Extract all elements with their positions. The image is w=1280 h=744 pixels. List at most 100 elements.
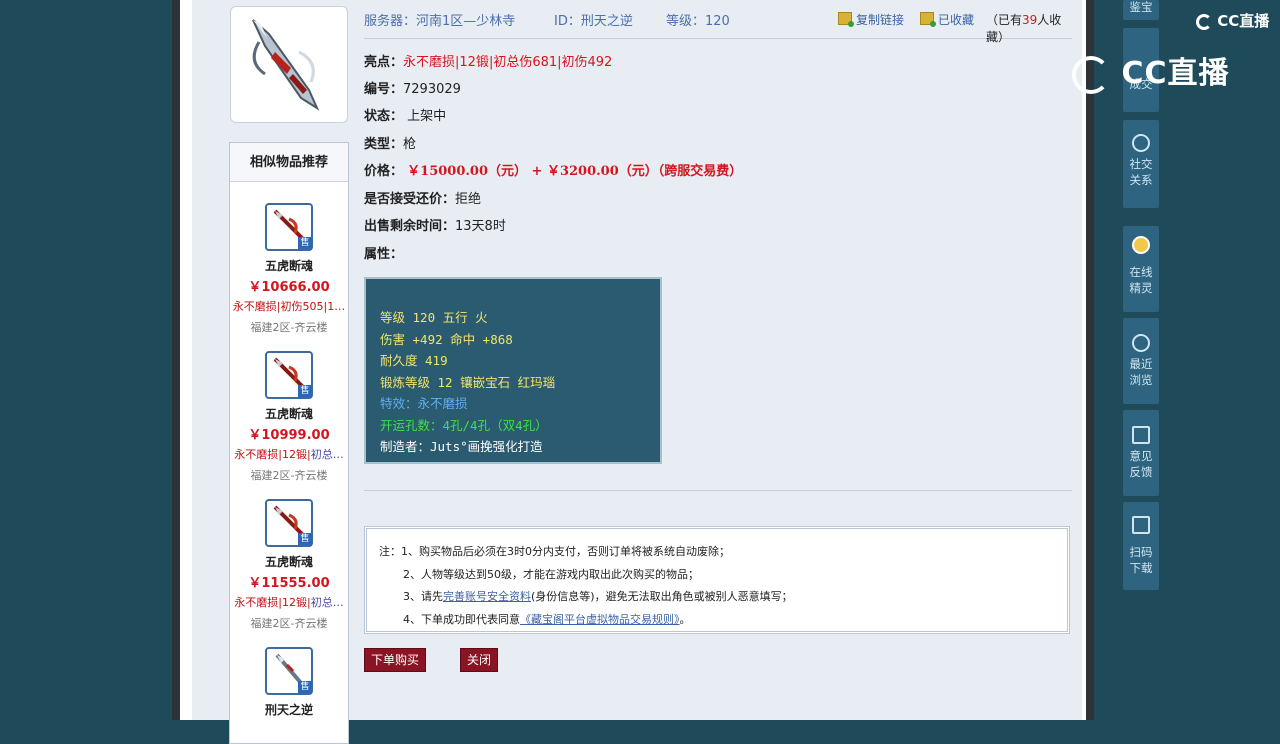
logo-text: CC直播 <box>1217 12 1270 30</box>
serial-row: 编号：7293029 <box>364 78 461 97</box>
account-security-link[interactable]: 完善账号安全资料 <box>443 590 531 603</box>
serial-value: 7293029 <box>403 82 461 97</box>
favorite-label: 已收藏 <box>938 13 975 27</box>
tags-red: 永不磨损|初伤505|1… <box>232 300 346 313</box>
attributes-label: 属性： <box>364 247 404 262</box>
scan-icon <box>1132 516 1150 534</box>
similar-item-price: ￥10666.00 <box>248 280 330 295</box>
serial-label: 编号： <box>364 82 404 97</box>
price-row: 价格： ￥15000.00（元） + ￥3200.00（元）（跨服交易费） <box>364 160 742 179</box>
toolbar-item-appraise[interactable]: 鉴宝 <box>1123 0 1159 20</box>
similar-items-panel: 相似物品推荐 售 五虎断魂 ￥10666.00 永不磨损|初伤505|1… 福建… <box>229 142 349 744</box>
character-level: 等级：120 <box>666 14 730 29</box>
time-label: 出售剩余时间： <box>364 219 456 234</box>
status-value: 上架中 <box>407 109 447 124</box>
similar-item-thumbnail[interactable]: 售 <box>265 647 313 695</box>
tags-blue: 初总… <box>310 448 344 461</box>
bargain-label: 是否接受还价： <box>364 192 456 207</box>
attr-line: 耐久度 419 <box>380 353 448 368</box>
similar-item-tags: 永不磨损|12锻|初总… <box>230 594 348 610</box>
order-button[interactable]: 下单购买 <box>364 648 426 672</box>
edit-icon <box>1132 426 1150 444</box>
similar-item-thumbnail[interactable]: 售 <box>265 499 313 547</box>
note-text: 3、请先 <box>403 590 443 603</box>
similar-item-thumbnail[interactable]: 售 <box>265 203 313 251</box>
similar-item-name[interactable]: 刑天之逆 <box>230 701 348 718</box>
tags-red: 永不磨损|12锻| <box>234 448 311 461</box>
highlights-value: 永不磨损|12锻|初总伤681|初伤492 <box>403 55 613 70</box>
favorite-button[interactable]: 已收藏 <box>920 11 974 28</box>
type-value: 枪 <box>403 137 417 152</box>
similar-item-card[interactable]: 售 五虎断魂 ￥11555.00 永不磨损|12锻|初总… 福建2区-齐云楼 <box>230 499 348 631</box>
fav-count-prefix: （已有 <box>986 13 1023 27</box>
favorite-count: （已有39人收藏） <box>986 11 1072 45</box>
cc-live-logo-watermark: CC直播 <box>1072 48 1230 94</box>
note-text: (身份信息等)，避免无法取出角色或被别人恶意填写； <box>531 590 793 603</box>
similar-item-server: 福建2区-齐云楼 <box>250 321 328 334</box>
attr-line: 开运孔数：4孔/4孔（双4孔） <box>380 417 548 433</box>
cc-logo-icon <box>1196 13 1212 30</box>
similar-item-tags: 永不磨损|12锻|初总… <box>230 446 348 462</box>
status-row: 状态： 上架中 <box>364 105 446 124</box>
toolbar-item-download[interactable]: 扫码下载 <box>1123 502 1159 590</box>
cc-logo-icon <box>1072 55 1110 94</box>
attr-line: 等级 120 五行 火 <box>380 310 488 325</box>
similar-item-name[interactable]: 五虎断魂 <box>230 257 348 274</box>
toolbar-label: 社交关系 <box>1129 157 1153 187</box>
trade-rules-link[interactable]: 《藏宝阁平台虚拟物品交易规则》 <box>520 613 680 626</box>
toolbar-item-feedback[interactable]: 意见反馈 <box>1123 410 1159 496</box>
toolbar-item-sprite[interactable]: 在线精灵 <box>1123 226 1159 312</box>
highlights-row: 亮点：永不磨损|12锻|初总伤681|初伤492 <box>364 51 612 70</box>
clock-icon <box>1132 334 1150 352</box>
type-label: 类型： <box>364 137 404 152</box>
similar-item-card[interactable]: 售 五虎断魂 ￥10999.00 永不磨损|12锻|初总… 福建2区-齐云楼 <box>230 351 348 483</box>
type-row: 类型：枪 <box>364 133 416 152</box>
attributes-box: 等级 120 五行 火 伤害 +492 命中 +868 耐久度 419 锻炼等级… <box>364 277 662 464</box>
item-main-image[interactable] <box>230 6 348 123</box>
similar-item-thumbnail[interactable]: 售 <box>265 351 313 399</box>
people-icon <box>1132 134 1150 152</box>
tags-red: 永不磨损|12锻| <box>234 596 311 609</box>
toolbar-label: 在线精灵 <box>1129 265 1153 295</box>
similar-item-price: ￥11555.00 <box>248 576 330 591</box>
sale-badge: 售 <box>298 681 312 694</box>
note-text: 。 <box>679 612 691 626</box>
similar-item-card[interactable]: 售 刑天之逆 <box>230 647 348 718</box>
similar-item-name[interactable]: 五虎断魂 <box>230 553 348 570</box>
spear-image-icon <box>252 18 320 111</box>
similar-item-card[interactable]: 售 五虎断魂 ￥10666.00 永不磨损|初伤505|1… 福建2区-齐云楼 <box>230 203 348 335</box>
toolbar-label: 扫码下载 <box>1129 545 1153 575</box>
item-info-bar: 服务器：河南1区—少林寺 ID：刑天之逆 等级：120 复制链接 已收藏 （已有… <box>364 0 1072 44</box>
close-button[interactable]: 关闭 <box>460 648 498 672</box>
attr-line: 特效：永不磨损 <box>380 396 468 411</box>
bargain-row: 是否接受还价：拒绝 <box>364 188 481 207</box>
note-line: 2、人物等级达到50级，才能在游戏内取出此次购买的物品； <box>403 567 699 581</box>
toolbar-item-recent[interactable]: 最近浏览 <box>1123 318 1159 404</box>
right-toolbar: 鉴宝 成交 社交关系 在线精灵 最近浏览 意见反馈 扫码下载 <box>1123 0 1159 720</box>
character-id: ID：刑天之逆 <box>554 14 633 29</box>
favorite-icon <box>920 12 936 27</box>
note-line: 注：1、购买物品后必须在3时0分内支付，否则订单将被系统自动废除； <box>379 545 730 558</box>
time-row: 出售剩余时间：13天8时 <box>364 215 506 234</box>
tags-blue: 初总… <box>310 596 344 609</box>
attributes-row: 属性： <box>364 243 403 262</box>
attr-line: 锻炼等级 12 镶嵌宝石 红玛瑙 <box>380 374 556 390</box>
note-line: 4、下单成功即代表同意《藏宝阁平台虚拟物品交易规则》。 <box>379 609 1067 632</box>
similar-item-tags: 永不磨损|初伤505|1… <box>230 298 348 314</box>
sale-badge: 售 <box>298 533 312 546</box>
similar-item-server: 福建2区-齐云楼 <box>250 617 328 630</box>
copy-link-button[interactable]: 复制链接 <box>838 11 904 28</box>
sprite-avatar-icon <box>1132 236 1150 254</box>
time-value: 13天8时 <box>455 219 506 234</box>
bargain-value: 拒绝 <box>455 192 482 207</box>
toolbar-item-social[interactable]: 社交关系 <box>1123 120 1159 208</box>
copy-link-label: 复制链接 <box>856 13 905 27</box>
price-label: 价格： <box>364 164 404 179</box>
divider <box>364 490 1072 491</box>
similar-item-name[interactable]: 五虎断魂 <box>230 405 348 422</box>
sale-badge: 售 <box>298 237 312 250</box>
toolbar-label: 最近浏览 <box>1129 357 1153 387</box>
server-info: 服务器：河南1区—少林寺 <box>364 14 516 29</box>
fav-count-number: 39 <box>1022 13 1038 27</box>
cc-live-logo-small: CC直播 <box>1196 10 1269 31</box>
